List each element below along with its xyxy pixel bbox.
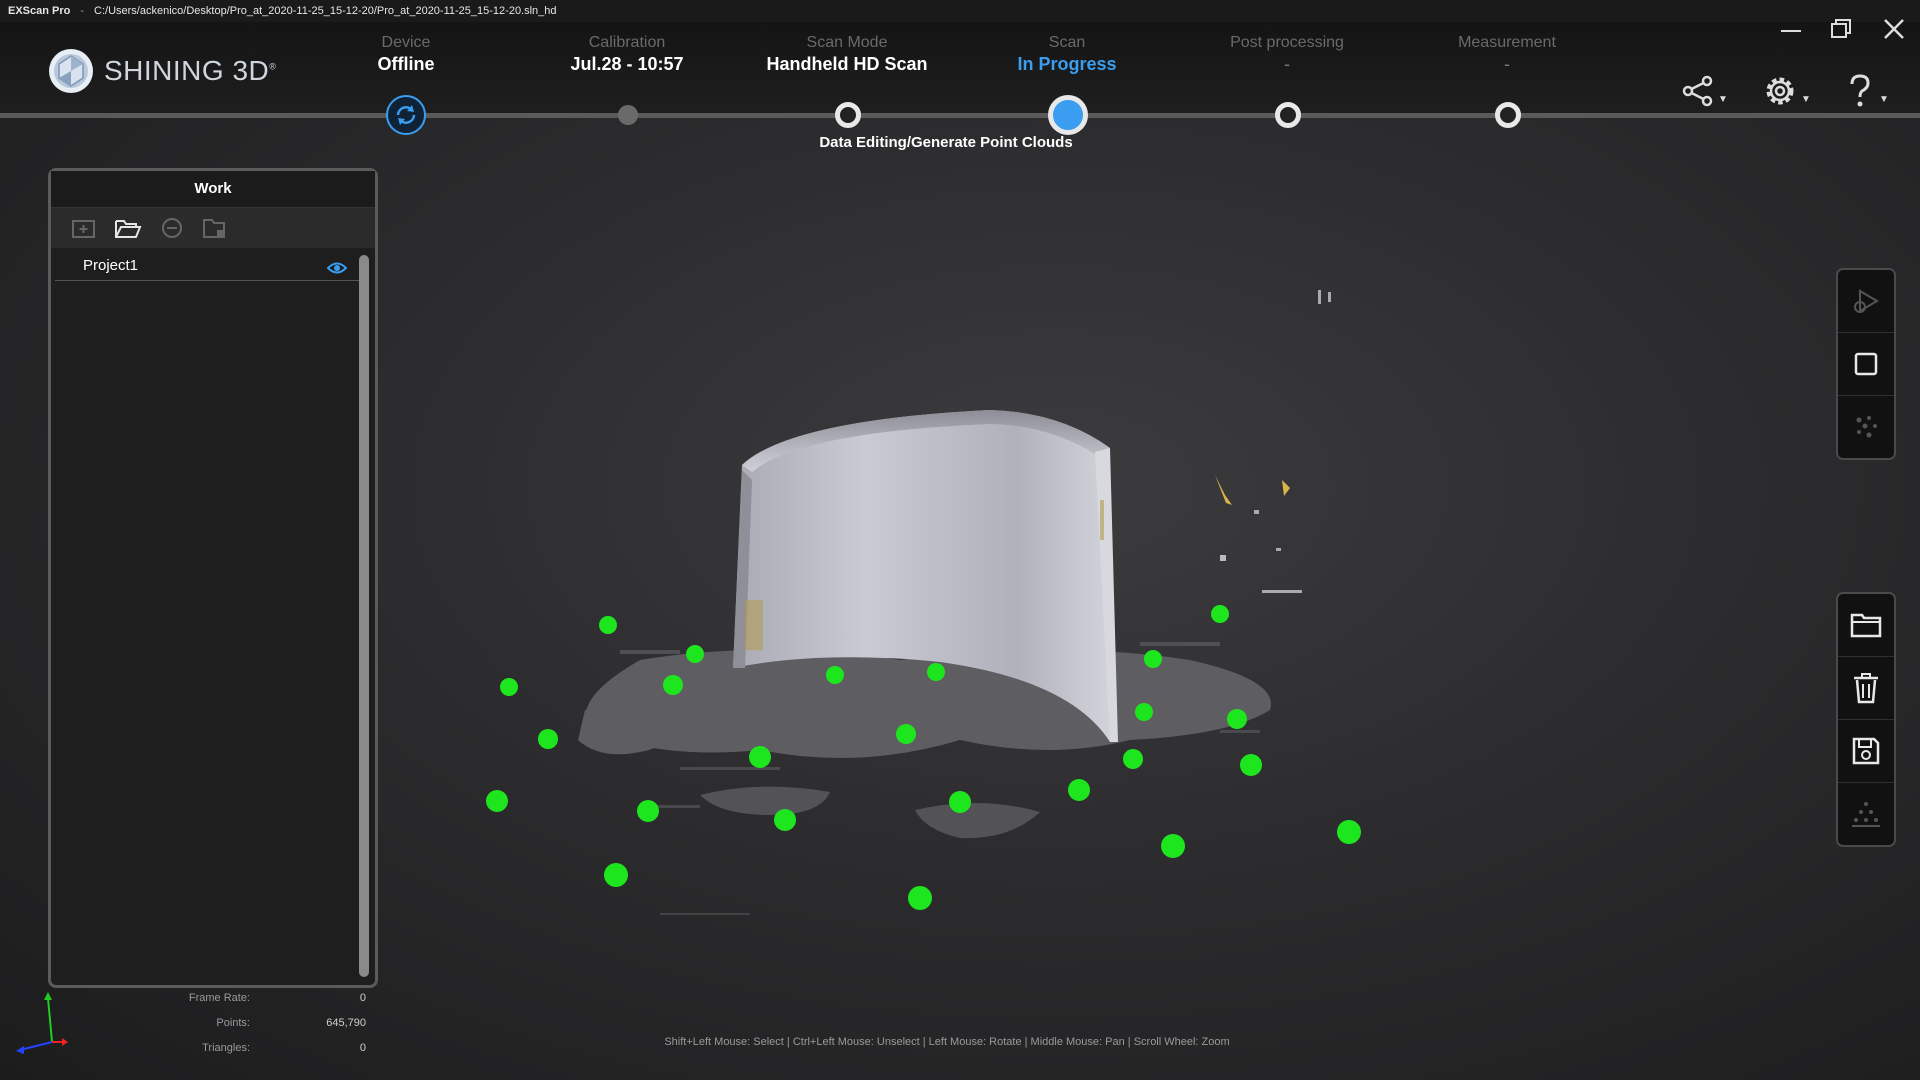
frame-rate-label: Frame Rate: (188, 992, 250, 1004)
marker-point (538, 729, 558, 749)
start-scan-button[interactable] (1838, 270, 1894, 333)
marker-point (1135, 703, 1153, 721)
save-button[interactable] (1838, 720, 1894, 783)
stray-scan-fragments (1215, 290, 1331, 593)
delete-button[interactable] (1838, 657, 1894, 720)
point-cloud-icon (1856, 416, 1877, 438)
marker-point (749, 746, 771, 768)
save-icon (1852, 737, 1880, 765)
marker-point (927, 663, 945, 681)
marker-point (486, 790, 508, 812)
folder-settings-icon (203, 219, 225, 238)
remove-button[interactable] (155, 213, 189, 243)
new-group-icon (72, 220, 95, 238)
work-panel-scrollbar[interactable] (359, 255, 369, 977)
marker-point (637, 800, 659, 822)
stop-scan-button[interactable] (1838, 333, 1894, 396)
marker-point (774, 809, 796, 831)
work-panel: Work Project1 (48, 168, 378, 988)
marker-point (599, 616, 617, 634)
remove-icon (162, 218, 182, 238)
tree-item-label: Project1 (83, 257, 139, 274)
marker-point (500, 678, 518, 696)
new-group-button[interactable] (67, 213, 101, 243)
scan-toolbar (1836, 268, 1896, 460)
marker-point (1144, 650, 1162, 668)
visibility-toggle[interactable] (326, 257, 348, 285)
marker-point (826, 666, 844, 684)
marker-point (1227, 709, 1247, 729)
open-folder-icon (115, 220, 142, 238)
scrollbar-thumb[interactable] (359, 255, 369, 977)
work-toolbar (51, 208, 375, 248)
scan-stats: Frame Rate: 0 Points: 645,790 Triangles: 0 (150, 988, 366, 1063)
open-project-button[interactable] (111, 213, 145, 243)
mouse-hint: Shift+Left Mouse: Select | Ctrl+Left Mou… (664, 1036, 1230, 1048)
marker-point (1337, 820, 1361, 844)
work-panel-title: Work (51, 171, 375, 208)
marker-point (1123, 749, 1143, 769)
marker-point (1240, 754, 1262, 776)
mesh-button[interactable] (1838, 783, 1894, 845)
eye-icon (326, 262, 348, 274)
frame-rate-value: 0 (359, 992, 366, 1004)
marker-point (663, 675, 683, 695)
start-scan-icon (1854, 289, 1879, 313)
tree-item-project1[interactable]: Project1 (55, 252, 363, 281)
marker-point (908, 886, 932, 910)
folder-icon (1850, 613, 1882, 638)
trash-icon (1854, 673, 1878, 704)
stop-icon (1854, 352, 1878, 376)
points-label: Points: (216, 1017, 250, 1029)
points-value: 645,790 (326, 1017, 366, 1029)
open-file-button[interactable] (1838, 594, 1894, 657)
marker-point (896, 724, 916, 744)
point-cloud-button[interactable] (1838, 396, 1894, 458)
file-toolbar (1836, 592, 1896, 847)
marker-point (1161, 834, 1185, 858)
mesh-icon (1852, 802, 1880, 827)
folder-settings-button[interactable] (199, 213, 233, 243)
marker-point (686, 645, 704, 663)
marker-point (1211, 605, 1229, 623)
marker-point (949, 791, 971, 813)
marker-point (604, 863, 628, 887)
marker-point (1068, 779, 1090, 801)
